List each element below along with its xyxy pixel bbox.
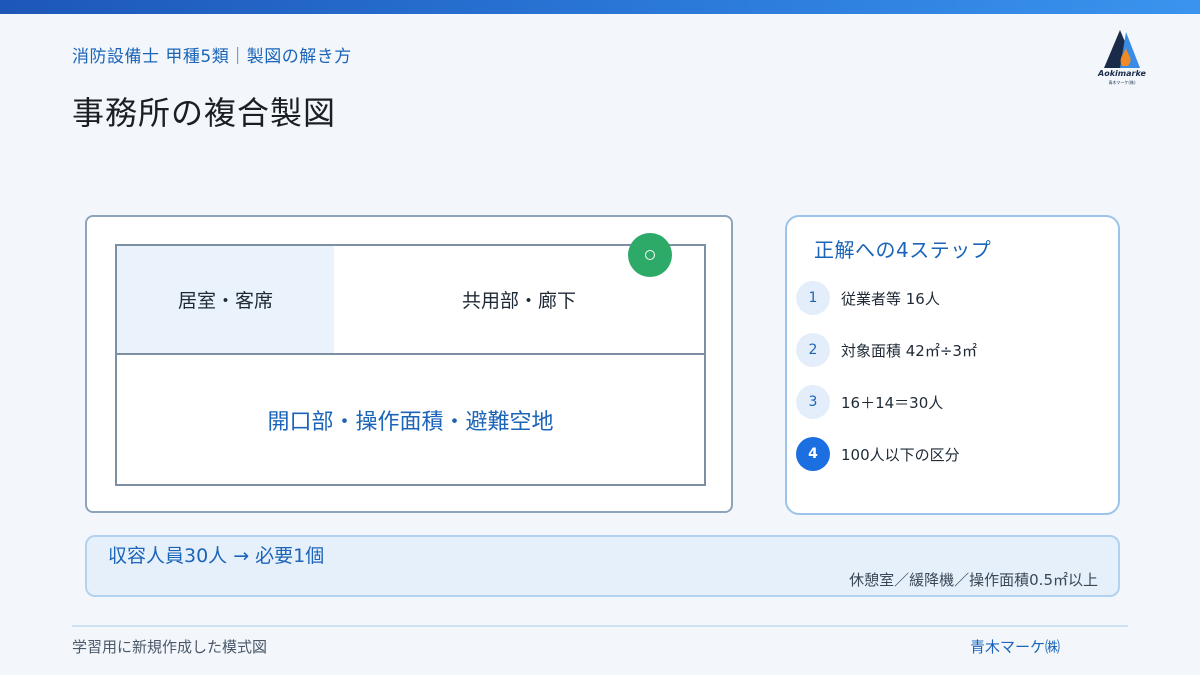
summary-note-sub: 休憩室／緩降機／操作面積0.5㎡以上: [849, 571, 1098, 589]
step-text: 100人以下の区分: [841, 445, 960, 464]
step-text: 対象面積 42㎡÷3㎡: [841, 341, 977, 360]
step-item: 3 16＋14＝30人: [796, 385, 943, 419]
step-text: 従業者等 16人: [841, 289, 940, 308]
ring-icon: [645, 250, 655, 260]
room-common-label: 共用部・廊下: [461, 290, 576, 312]
page-title: 事務所の複合製図: [72, 94, 337, 132]
step-number-badge: 3: [796, 385, 830, 419]
step-text: 16＋14＝30人: [841, 393, 944, 412]
logo-wordmark: Aokimarke: [1098, 69, 1146, 78]
logo-subtext: 青木マーケ(株): [1108, 80, 1136, 85]
room-opening-area: 開口部・操作面積・避難空地: [115, 353, 706, 486]
extinguisher-marker-icon: [628, 233, 672, 277]
steps-title: 正解への4ステップ: [814, 238, 992, 262]
footer-caption: 学習用に新規作成した模式図: [72, 638, 268, 656]
summary-note-main: 収容人員30人 → 必要1個: [108, 545, 325, 567]
footer-divider: [72, 625, 1128, 627]
step-number-badge: 2: [796, 333, 830, 367]
room-open-label: 開口部・操作面積・避難空地: [267, 409, 554, 435]
step-number-badge-active: 4: [796, 437, 830, 471]
page-subtitle: 消防設備士 甲種5類｜製図の解き方: [72, 47, 352, 67]
top-accent-bar: [0, 0, 1200, 14]
step-number-badge: 1: [796, 281, 830, 315]
footer-company: 青木マーケ㈱: [970, 638, 1061, 656]
step-item: 1 従業者等 16人: [796, 281, 940, 315]
step-item: 4 100人以下の区分: [796, 437, 960, 471]
room-living-seating: 居室・客席: [115, 244, 336, 355]
room-living-label: 居室・客席: [177, 290, 273, 312]
step-item: 2 対象面積 42㎡÷3㎡: [796, 333, 977, 367]
